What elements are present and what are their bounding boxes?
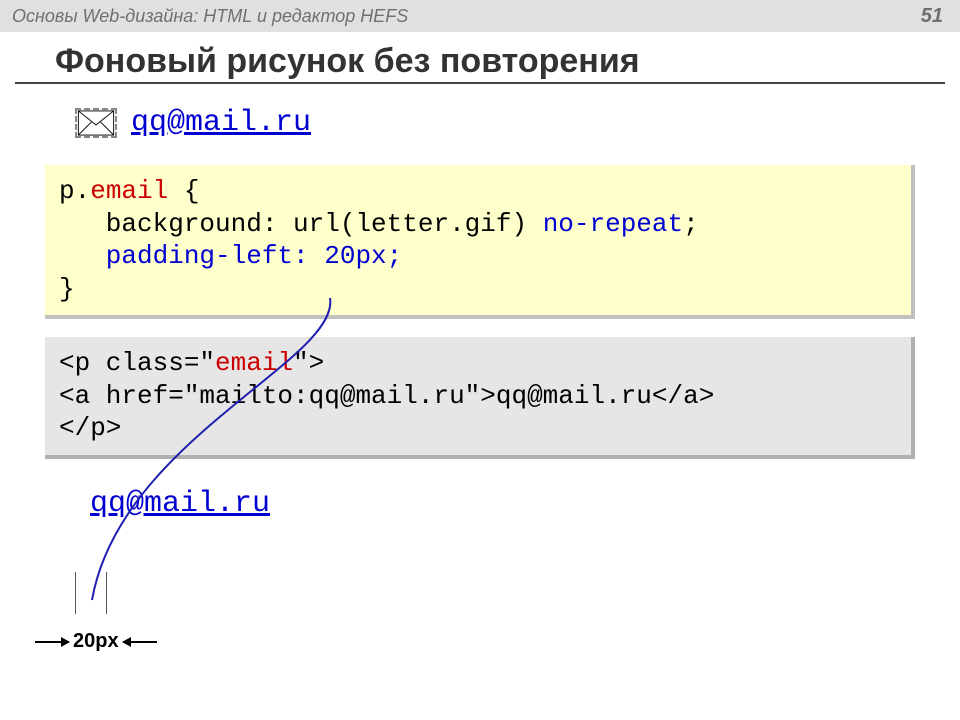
- envelope-icon: [75, 108, 117, 138]
- html-line-1: <p class="email">: [59, 347, 897, 380]
- email-example-with-icon: qq@mail.ru: [75, 106, 945, 140]
- email-example-bottom: qq@mail.ru: [90, 487, 945, 521]
- page-number: 51: [921, 5, 943, 28]
- css-line-3: padding-left: 20px;: [59, 240, 897, 273]
- slide-title: Фоновый рисунок без повторения: [55, 42, 945, 81]
- dimension-label: 20px: [69, 630, 123, 653]
- header-title: Основы Web-дизайна: HTML и редактор HEFS: [12, 6, 408, 27]
- email-link-bottom[interactable]: qq@mail.ru: [90, 487, 270, 521]
- arrow-left-icon: [35, 641, 69, 643]
- email-link-top[interactable]: qq@mail.ru: [131, 106, 311, 140]
- padding-indicator-box: [75, 572, 107, 614]
- dimension-row: 20px: [35, 630, 157, 653]
- slide-content: Фоновый рисунок без повторения qq@mail.r…: [0, 32, 960, 531]
- css-code-box: p.email { background: url(letter.gif) no…: [45, 165, 915, 319]
- html-line-2: <a href="mailto:qq@mail.ru">qq@mail.ru</…: [59, 380, 897, 413]
- title-rule: [15, 82, 945, 84]
- html-line-3: </p>: [59, 412, 897, 445]
- slide-header: Основы Web-дизайна: HTML и редактор HEFS…: [0, 0, 960, 32]
- arrow-right-icon: [123, 641, 157, 643]
- html-code-box: <p class="email"> <a href="mailto:qq@mai…: [45, 337, 915, 459]
- css-line-4: }: [59, 273, 897, 306]
- css-line-2: background: url(letter.gif) no-repeat;: [59, 208, 897, 241]
- css-line-1: p.email {: [59, 175, 897, 208]
